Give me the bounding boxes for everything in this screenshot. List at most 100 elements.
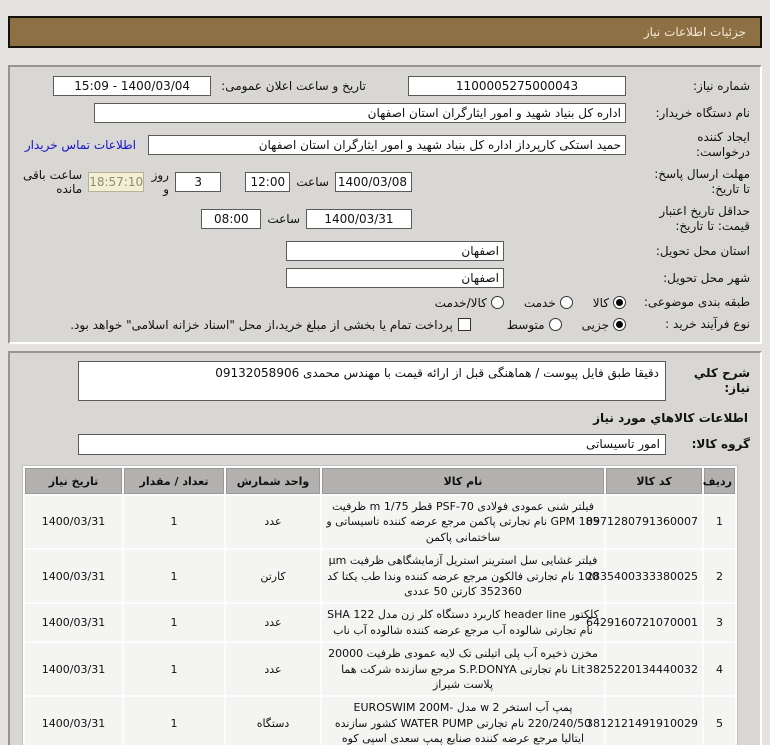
items-panel: شرح کلي نیاز: دقیقا طبق فایل پیوست / هما… xyxy=(8,351,762,745)
remaining-days-field[interactable]: 3 xyxy=(174,172,222,192)
radio-kala-khedmat-label: کالا/خدمت xyxy=(434,295,487,310)
remaining-hours-label: ساعت باقی مانده xyxy=(23,168,83,196)
price-validity-row: حداقل تاریخ اعتبار قیمت: تا تاریخ: 1400/… xyxy=(20,204,750,234)
group-field[interactable]: امور تاسیساتی xyxy=(78,434,666,455)
cell-quantity: 1 xyxy=(124,604,224,642)
reply-deadline-label: مهلت ارسال پاسخ: تا تاریخ: xyxy=(626,167,750,197)
cell-row-index: 2 xyxy=(704,550,735,603)
treasury-checkbox[interactable] xyxy=(457,318,471,331)
table-header-row: ردیف کد کالا نام کالا واحد شمارش تعداد /… xyxy=(25,468,735,494)
header-need-date: تاریخ نیاز xyxy=(25,468,122,494)
radio-option-kala[interactable]: کالا xyxy=(593,296,626,310)
radio-khedmat-label: خدمت xyxy=(523,295,556,310)
table-row: 4 3825220134440032 مخزن ذخیره آب پلی اتی… xyxy=(25,643,735,696)
delivery-province-row: استان محل تحویل: اصفهان xyxy=(20,241,750,261)
radio-kala-label: کالا xyxy=(592,295,609,310)
cell-row-index: 1 xyxy=(704,496,735,549)
cell-need-date: 1400/03/31 xyxy=(25,550,122,603)
requester-field[interactable]: حمید استکی کارپرداز اداره کل بنیاد شهید … xyxy=(148,135,626,155)
buyer-org-field[interactable]: اداره کل بنیاد شهید و امور ایثارگران است… xyxy=(94,103,626,123)
items-table: ردیف کد کالا نام کالا واحد شمارش تعداد /… xyxy=(22,465,738,745)
cell-unit: عدد xyxy=(226,604,320,642)
delivery-city-row: شهر محل تحویل: اصفهان xyxy=(20,268,750,288)
cell-item-code: 0971280791360007 xyxy=(586,496,702,549)
radio-jozii-icon[interactable] xyxy=(613,318,626,331)
need-number-field[interactable]: 1100005275000043 xyxy=(408,76,626,96)
delivery-city-label: شهر محل تحویل: xyxy=(663,270,750,285)
price-validity-time-field[interactable]: 08:00 xyxy=(201,209,262,229)
price-validity-label-line1: حداقل تاریخ اعتبار xyxy=(659,204,750,218)
cell-need-date: 1400/03/31 xyxy=(25,697,122,745)
cell-item-name: کلکتور header line کاربرد دستگاه کلر زن … xyxy=(322,604,604,642)
price-validity-label-line2: قیمت: تا تاریخ: xyxy=(675,219,750,233)
need-info-panel: شماره نیاز: 1100005275000043 تاریخ و ساع… xyxy=(8,65,762,344)
radio-khedmat-icon[interactable] xyxy=(559,296,573,309)
buyer-org-row: نام دستگاه خریدار: اداره کل بنیاد شهید و… xyxy=(20,103,750,123)
radio-option-kala-khedmat[interactable]: کالا/خدمت xyxy=(435,296,504,310)
table-row: 2 2835400333380025 فیلتر غشایی سل استرین… xyxy=(25,550,735,603)
cell-quantity: 1 xyxy=(124,643,224,696)
header-item-code: کد کالا xyxy=(606,468,702,494)
reply-deadline-time-field[interactable]: 12:00 xyxy=(245,172,291,192)
cell-need-date: 1400/03/31 xyxy=(25,604,122,642)
header-item-name: نام کالا xyxy=(322,468,604,494)
group-row: گروه کالا: امور تاسیساتی xyxy=(20,434,750,455)
delivery-province-field[interactable]: اصفهان xyxy=(286,241,504,261)
cell-item-code: 3825220134440032 xyxy=(586,643,702,696)
cell-row-index: 3 xyxy=(704,604,735,642)
announce-datetime-label: تاریخ و ساعت اعلان عمومی: xyxy=(221,79,366,93)
delivery-province-label: استان محل تحویل: xyxy=(655,243,750,258)
reply-deadline-label-line1: مهلت ارسال پاسخ: xyxy=(654,167,750,181)
purchase-type-label: نوع فرآیند خرید : xyxy=(665,317,750,331)
radio-kala-khedmat-icon[interactable] xyxy=(490,296,504,309)
cell-row-index: 4 xyxy=(704,643,735,696)
reply-deadline-hour-label: ساعت xyxy=(296,175,329,189)
radio-jozii-label: جزیی xyxy=(581,317,609,332)
cell-unit: عدد xyxy=(226,643,320,696)
description-row: شرح کلي نیاز: دقیقا طبق فایل پیوست / هما… xyxy=(20,361,750,401)
radio-option-khedmat[interactable]: خدمت xyxy=(524,296,573,310)
radio-kala-icon[interactable] xyxy=(613,296,626,309)
reply-deadline-row: مهلت ارسال پاسخ: تا تاریخ: 1400/03/08 سا… xyxy=(20,167,750,197)
page-title: جزئیات اطلاعات نیاز xyxy=(643,25,746,39)
announce-datetime-field[interactable]: 1400/03/04 - 15:09 xyxy=(53,76,212,96)
buyer-org-label: نام دستگاه خریدار: xyxy=(655,105,751,120)
countdown-timer: 18:57:10 xyxy=(88,172,145,192)
requester-label: ایجاد کننده درخواست: xyxy=(626,130,750,160)
treasury-checkbox-option[interactable]: پرداخت تمام یا بخشی از مبلغ خرید،از محل … xyxy=(70,318,471,332)
radio-motevasset-icon[interactable] xyxy=(548,318,562,331)
header-row-index: ردیف xyxy=(703,468,735,494)
description-field[interactable]: دقیقا طبق فایل پیوست / هماهنگی قبل از ار… xyxy=(78,361,666,401)
cell-unit: دستگاه xyxy=(226,697,320,745)
cell-quantity: 1 xyxy=(124,550,224,603)
purchase-type-row: نوع فرآیند خرید : جزیی متوسط پرداخت تمام… xyxy=(20,317,750,332)
buyer-contact-link[interactable]: اطلاعات تماس خریدار xyxy=(25,138,136,152)
cell-item-name: مخزن ذخیره آب پلی اتیلنی تک لایه عمودی ظ… xyxy=(322,643,604,696)
delivery-city-field[interactable]: اصفهان xyxy=(286,268,504,288)
price-validity-date-field[interactable]: 1400/03/31 xyxy=(306,209,412,229)
items-heading: اطلاعات کالاهاي مورد نیاز xyxy=(593,411,748,425)
need-number-label: شماره نیاز: xyxy=(693,78,750,93)
price-validity-hour-label: ساعت xyxy=(267,212,300,226)
radio-option-jozii[interactable]: جزیی xyxy=(582,318,626,332)
requester-row: ایجاد کننده درخواست: حمید استکی کارپرداز… xyxy=(20,130,750,160)
cell-need-date: 1400/03/31 xyxy=(25,496,122,549)
treasury-checkbox-label: پرداخت تمام یا بخشی از مبلغ خرید،از محل … xyxy=(70,317,453,332)
table-row: 3 6429160721070001 کلکتور header line کا… xyxy=(25,604,735,642)
cell-item-name: پمپ آب استخر w 2 مدل EUROSWIM 200M-220/2… xyxy=(322,697,604,745)
header-unit: واحد شمارش xyxy=(226,468,320,494)
cell-unit: عدد xyxy=(226,496,320,549)
cell-item-name: فیلتر شنی عمودی فولادی PSF-70 قطر m 1/75… xyxy=(322,496,604,549)
requester-label-line1: ایجاد کننده xyxy=(697,130,750,144)
reply-deadline-label-line2: تا تاریخ: xyxy=(711,182,750,196)
reply-deadline-date-field[interactable]: 1400/03/08 xyxy=(334,172,412,192)
cell-need-date: 1400/03/31 xyxy=(25,643,122,696)
subject-class-label: طبقه بندی موضوعی: xyxy=(643,295,750,309)
cell-row-index: 5 xyxy=(704,697,735,745)
cell-item-code: 6429160721070001 xyxy=(586,604,702,642)
radio-option-motevasset[interactable]: متوسط xyxy=(507,318,562,332)
cell-item-name: فیلتر غشایی سل استرینر استریل آزمایشگاهی… xyxy=(322,550,604,603)
header-quantity: تعداد / مقدار xyxy=(124,468,224,494)
days-and-label: روز و xyxy=(151,168,169,196)
radio-motevasset-label: متوسط xyxy=(506,317,545,332)
